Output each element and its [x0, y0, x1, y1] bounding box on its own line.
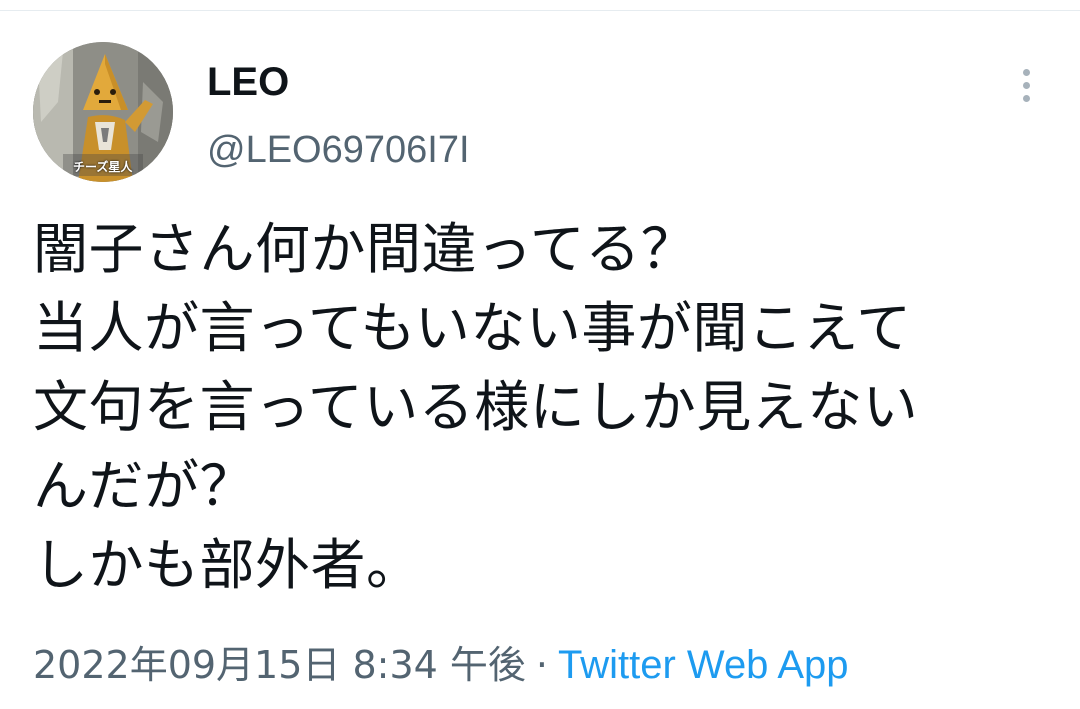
avatar[interactable]: チーズ星人 — [33, 42, 173, 182]
tweet-meta: 2022年09月15日 8:34 午後 · Twitter Web App — [33, 640, 849, 690]
tweet-timestamp[interactable]: 2022年09月15日 8:34 午後 — [33, 643, 526, 687]
tweet-text-line: しかも部外者。 — [33, 533, 422, 597]
tweet-text-line: 闇子さん何か間違ってる？ — [33, 217, 697, 281]
display-name[interactable]: LEO — [207, 58, 289, 106]
tweet-source-link[interactable]: Twitter Web App — [558, 643, 849, 687]
more-options-button[interactable] — [1008, 62, 1044, 108]
avatar-caption: チーズ星人 — [73, 160, 133, 174]
user-handle[interactable]: @LEO69706I7I — [207, 128, 470, 172]
meta-separator: · — [535, 643, 548, 687]
top-divider — [0, 0, 1080, 11]
tweet-text-line: 文句を言っている様にしか見えない — [33, 375, 919, 439]
more-vertical-icon-dot — [1022, 81, 1030, 89]
tweet-text-line: 当人が言ってもいない事が聞こえて — [33, 296, 912, 360]
tweet-text: 闇子さん何か間違ってる？ 当人が言ってもいない事が聞こえて 文句を言っている様に… — [33, 210, 1053, 605]
more-vertical-icon — [1022, 68, 1030, 76]
tweet-text-line: んだが？ — [33, 454, 256, 518]
more-vertical-icon-dot — [1022, 94, 1030, 102]
